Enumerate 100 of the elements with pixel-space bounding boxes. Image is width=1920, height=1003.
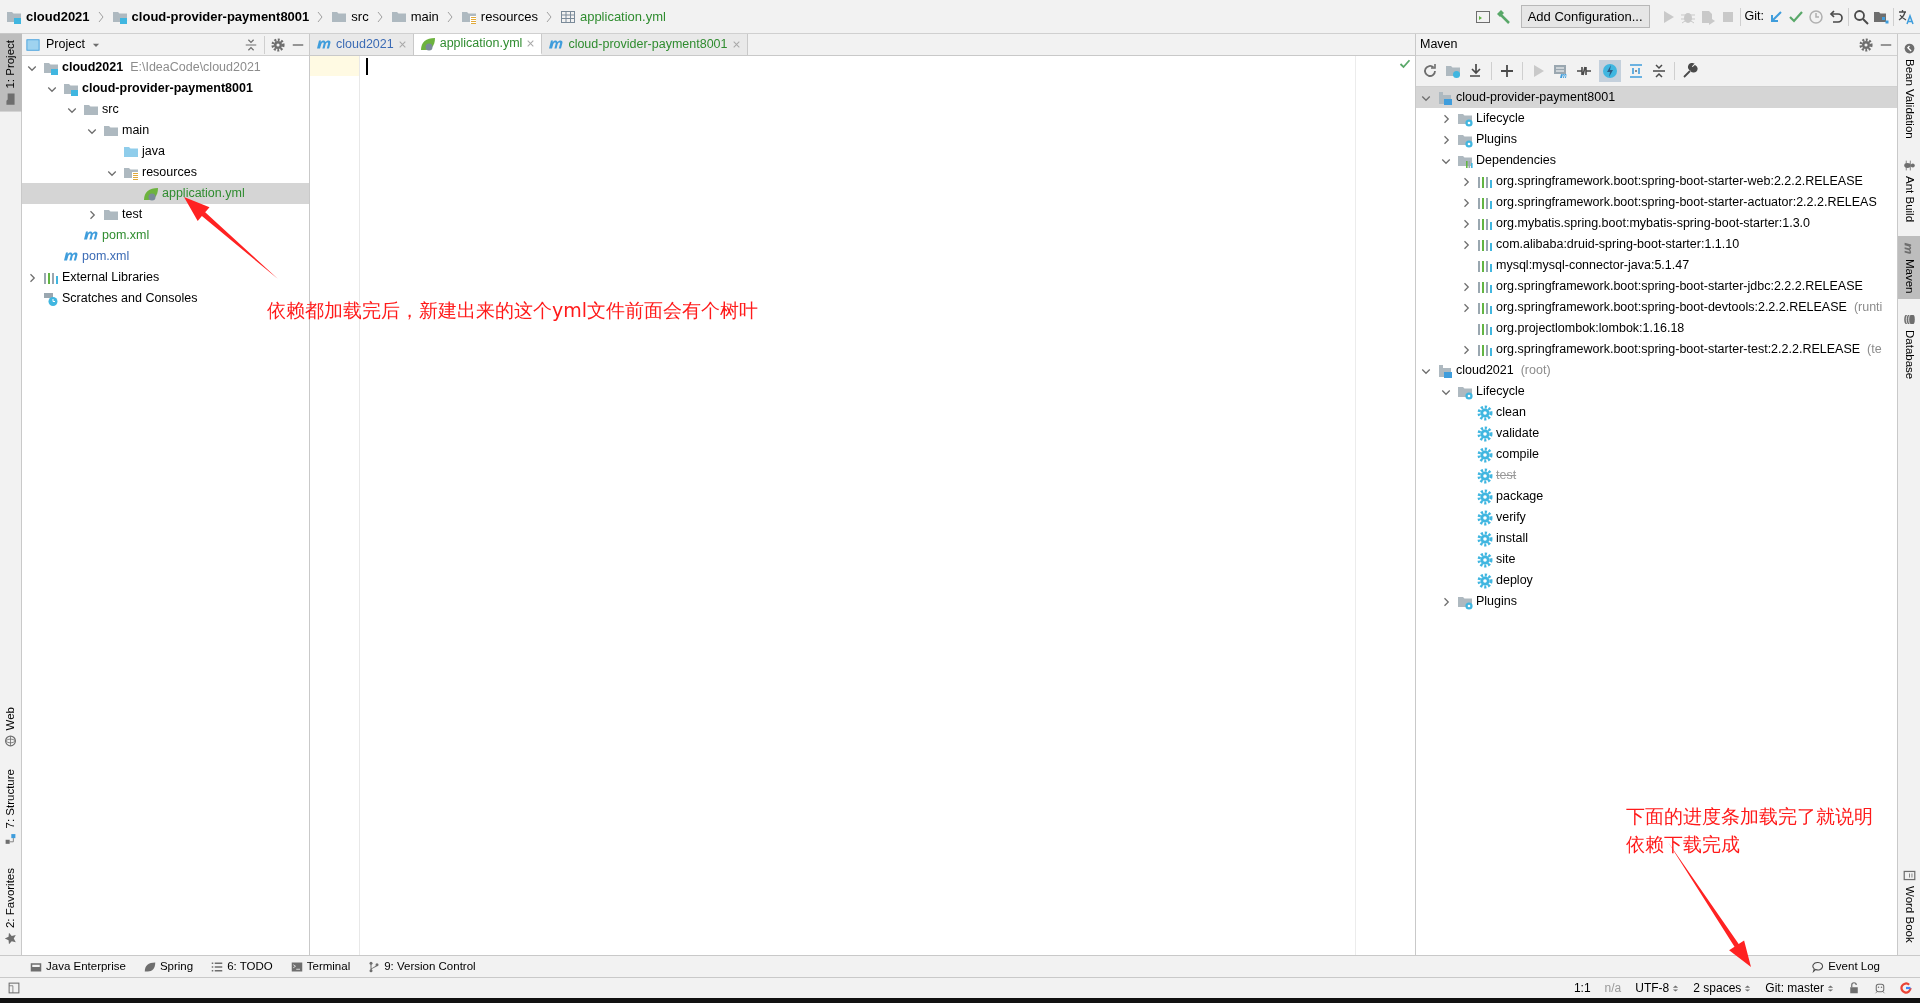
tree-item[interactable]: cloud2021 [62,58,124,77]
event-log-button[interactable]: Event Log [1812,957,1880,976]
tool-window-tab[interactable]: Database [1898,307,1920,386]
chevron-right-icon [375,9,384,24]
tool-window-tab[interactable]: Word Book [1898,863,1920,949]
tree-item[interactable]: org.springframework.boot:spring-boot-starter-test:2.2.2.RELEASE [1496,340,1861,359]
update-arrow-icon[interactable] [1768,8,1784,25]
inspector-icon[interactable] [1874,982,1886,994]
window-icon[interactable] [1474,8,1491,25]
tree-item[interactable]: cloud-provider-payment8001 [82,79,253,98]
tree-item[interactable]: org.springframework.boot:spring-boot-devtools:2.2.2.RELEASE [1496,298,1847,317]
settings-icon[interactable] [271,37,285,52]
tree-item[interactable]: cloud2021 [1456,361,1514,380]
lifecycle-phase[interactable]: install [1496,529,1528,548]
tree-item[interactable]: org.springframework.boot:spring-boot-starter-actuator:2.2.2.RELEAS [1496,193,1877,212]
tree-item[interactable]: main [122,121,150,140]
module-icon [30,960,42,973]
breadcrumb-item[interactable]: cloud2021 [26,6,90,27]
tool-window-tab[interactable]: Maven [1898,235,1920,300]
check-icon [1399,58,1411,70]
tree-item[interactable]: Lifecycle [1476,382,1525,401]
chevron-right-icon [316,9,325,24]
editor-tab[interactable]: cloud2021 [310,34,414,55]
tool-window-button[interactable]: Java Enterprise [30,957,126,976]
panel-title[interactable]: Project [46,35,85,54]
annotation-text: 下面的进度条加载完了就说明 [1626,804,1873,829]
collapse-all-icon[interactable] [244,37,258,52]
maven-run-icon[interactable] [1553,63,1569,79]
tool-window-tab[interactable]: 7: Structure [0,763,22,852]
tree-item[interactable]: pom.xml [102,226,150,245]
search-icon[interactable] [1853,8,1869,25]
tree-item[interactable]: External Libraries [62,268,160,287]
tree-item[interactable]: Dependencies [1476,151,1556,170]
tree-item[interactable]: Plugins [1476,130,1517,149]
tree-item[interactable]: test [122,205,143,224]
tool-window-tab[interactable]: 2: Favorites [0,861,22,951]
tree-item[interactable]: org.mybatis.spring.boot:mybatis-spring-boot-starter:1.3.0 [1496,214,1811,233]
wrench-icon[interactable] [1682,63,1698,79]
file-encoding[interactable]: UTF-8 [1635,979,1680,997]
collapse-all-icon[interactable] [1651,63,1667,79]
tool-window-button[interactable]: 6: TODO [211,957,273,976]
tree-item[interactable]: java [142,142,165,161]
tree-item[interactable]: org.springframework.boot:spring-boot-starter-jdbc:2.2.2.RELEASE [1496,277,1863,296]
tree-hint: (runti [1853,299,1883,317]
download-icon[interactable] [1468,63,1484,79]
tool-window-tab[interactable]: Web [0,701,22,754]
colored-g-icon[interactable] [1900,982,1912,994]
tree-item[interactable]: Lifecycle [1476,109,1525,128]
tool-window-tab[interactable]: Ant Build [1898,152,1920,228]
tree-item[interactable]: mysql:mysql-connector-java:5.1.47 [1496,256,1690,275]
lock-icon[interactable] [1848,982,1860,994]
tree-item[interactable]: resources [142,163,197,182]
editor-tab[interactable]: cloud-provider-payment8001 [542,34,748,55]
editor-tab[interactable]: application.yml [413,34,543,55]
translate-icon[interactable] [1898,8,1914,25]
indent-setting[interactable]: 2 spaces [1693,979,1752,997]
lifecycle-phase[interactable]: deploy [1496,571,1533,590]
tree-row-selected[interactable]: cloud-provider-payment8001 [1416,87,1897,108]
breadcrumb-item[interactable]: cloud-provider-payment8001 [131,6,310,27]
tree-item[interactable]: Scratches and Consoles [62,289,198,308]
lifecycle-phase[interactable]: package [1496,487,1544,506]
list-icon [211,960,224,973]
add-configuration-button[interactable]: Add Configuration... [1520,4,1650,29]
lifecycle-phase[interactable]: clean [1496,403,1526,422]
lifecycle-phase[interactable]: verify [1496,508,1526,527]
gear-icon [1477,425,1493,442]
gear-icon [1477,446,1493,463]
tree-item[interactable]: pom.xml [82,247,130,266]
tree-item[interactable]: com.alibaba:druid-spring-boot-starter:1.1.10 [1496,235,1740,254]
breadcrumb-item[interactable]: src [351,6,369,27]
refresh-icon[interactable] [1422,63,1438,79]
lifecycle-phase[interactable]: validate [1496,424,1540,443]
breadcrumb-item[interactable]: main [410,6,439,27]
caret-position[interactable]: 1:1 [1573,979,1591,997]
gear-icon [1477,488,1493,505]
settings-icon[interactable] [1859,37,1873,52]
tool-window-button[interactable]: Spring [143,957,194,976]
tool-window-button[interactable]: 9: Version Control [368,957,476,976]
lifecycle-phase[interactable]: compile [1496,445,1540,464]
tree-item[interactable]: org.projectlombok:lombok:1.16.18 [1496,319,1685,338]
current-line-highlight [310,56,359,76]
tree-item[interactable]: Plugins [1476,592,1517,611]
breadcrumb-item[interactable]: resources [480,6,538,27]
tool-window-button[interactable]: Terminal [290,957,351,976]
tree-item[interactable]: cloud-provider-payment8001 [1456,88,1616,107]
skip-tests-icon[interactable] [1602,63,1618,79]
tool-window-tab[interactable]: 1: Project [0,34,22,112]
panel-toggle-icon[interactable] [8,982,20,994]
tree-item[interactable]: org.springframework.boot:spring-boot-starter-web:2.2.2.RELEASE [1496,172,1863,191]
breadcrumb-item[interactable]: application.yml [579,6,666,27]
add-icon[interactable] [1499,63,1515,79]
lifecycle-phase[interactable]: site [1496,550,1516,569]
git-branch[interactable]: Git: master [1765,979,1834,997]
tree-item[interactable]: src [102,100,119,119]
undo-icon[interactable] [1828,8,1844,25]
tool-window-tab[interactable]: Bean Validation [1898,36,1920,145]
chevron-right-icon [96,9,105,24]
leaf-icon [143,960,156,973]
gear-icon [1477,509,1493,526]
globe-icon [4,734,17,748]
